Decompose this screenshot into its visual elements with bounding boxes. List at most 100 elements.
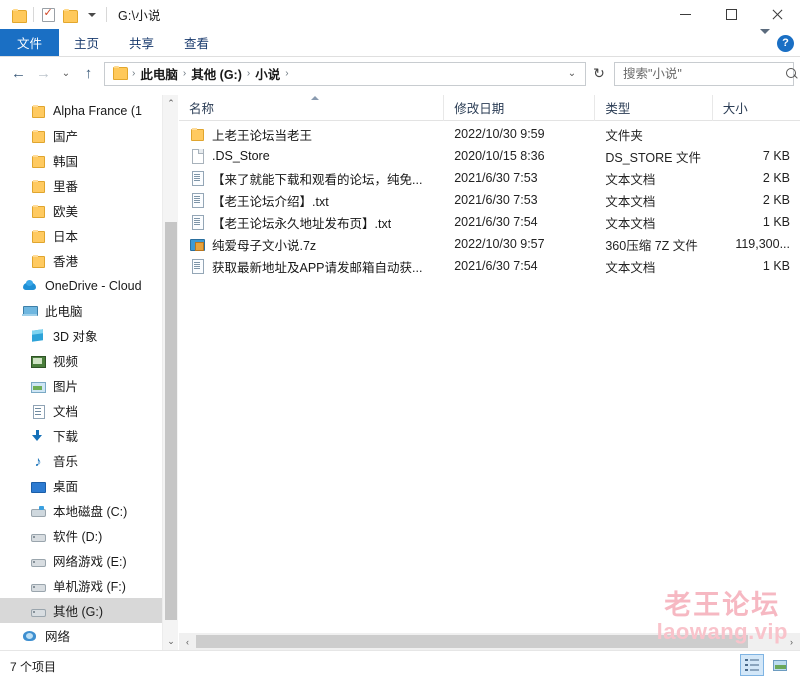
- sidebar-item-0[interactable]: Alpha France (1: [0, 98, 178, 123]
- sidebar-item-8[interactable]: 此电脑: [0, 298, 178, 323]
- horizontal-scrollbar[interactable]: ‹ ›: [179, 633, 800, 650]
- column-header-type[interactable]: 类型: [595, 95, 713, 121]
- hscroll-left-icon[interactable]: ‹: [179, 633, 196, 650]
- drive-icon: [30, 528, 46, 544]
- tab-file[interactable]: 文件: [0, 29, 60, 56]
- file-explorer-window: G:\小说 文件 主页 共享 查看 ? ← → ⌄ ↑ › 此电脑 › 其他 (…: [0, 0, 800, 681]
- recent-locations-icon[interactable]: ⌄: [56, 61, 76, 86]
- sidebar-scrollbar[interactable]: ⌃ ⌄: [162, 95, 178, 650]
- address-dropdown-chevron-down-icon[interactable]: ⌄: [563, 68, 581, 79]
- text-file-icon: [189, 258, 205, 274]
- tab-home[interactable]: 主页: [59, 29, 114, 56]
- sidebar-item-15[interactable]: 桌面: [0, 473, 178, 498]
- sidebar-item-4[interactable]: 欧美: [0, 198, 178, 223]
- table-row[interactable]: 获取最新地址及APP请发邮箱自动获... 2021/6/30 7:54 文本文档 1 …: [179, 255, 800, 277]
- forward-button[interactable]: →: [31, 61, 56, 86]
- search-box[interactable]: [614, 61, 796, 86]
- sidebar-item-label: 图片: [53, 380, 79, 394]
- table-row[interactable]: 【老王论坛介绍】.txt 2021/6/30 7:53 文本文档 2 KB: [179, 189, 800, 211]
- sidebar-item-7[interactable]: OneDrive - Cloud: [0, 273, 178, 298]
- expand-ribbon-chevron-down-icon[interactable]: [760, 29, 770, 52]
- table-row[interactable]: 纯爱母子文小说.7z 2022/10/30 9:57 360压缩 7Z 文件 119,…: [179, 233, 800, 255]
- sidebar-item-label: 国产: [53, 130, 79, 144]
- sidebar-item-label: 桌面: [53, 480, 79, 494]
- sidebar-item-label: 下载: [53, 430, 79, 444]
- file-size-cell: 1 KB: [762, 215, 791, 229]
- search-icon[interactable]: [786, 67, 798, 80]
- sidebar-item-16[interactable]: 本地磁盘 (C:): [0, 498, 178, 523]
- sidebar-item-13[interactable]: 下载: [0, 423, 178, 448]
- sidebar-item-17[interactable]: 软件 (D:): [0, 523, 178, 548]
- sidebar-item-11[interactable]: 图片: [0, 373, 178, 398]
- folder-icon: [30, 178, 46, 194]
- navigation-pane: Alpha France (1 国产韩国 里番 欧美 日本 香港 OneDrive - Cl…: [0, 95, 179, 650]
- hscroll-right-icon[interactable]: ›: [783, 633, 800, 650]
- tab-view[interactable]: 查看: [169, 29, 224, 56]
- sidebar-item-18[interactable]: 网络游戏 (E:): [0, 548, 178, 573]
- folder-icon: [30, 228, 46, 244]
- address-input[interactable]: › 此电脑 › 其他 (G:) › 小说 › ⌄: [104, 61, 586, 86]
- sidebar-item-5[interactable]: 日本: [0, 223, 178, 248]
- column-header-date[interactable]: 修改日期: [444, 95, 596, 121]
- sidebar-scroll-down-icon[interactable]: ⌄: [163, 633, 178, 650]
- picture-icon: [30, 378, 46, 394]
- sidebar-scroll-thumb[interactable]: [165, 222, 177, 620]
- minimize-button[interactable]: [662, 0, 708, 29]
- title-bar: G:\小说: [0, 0, 800, 29]
- file-size-cell: 7 KB: [762, 149, 791, 163]
- table-row[interactable]: 【来了就能下载和观看的论坛，纯免... 2021/6/30 7:53 文本文档 2 K…: [179, 167, 800, 189]
- help-icon[interactable]: ?: [777, 34, 794, 52]
- status-bar: 7 个项目: [0, 650, 800, 681]
- back-button[interactable]: ←: [6, 61, 31, 86]
- file-name-label: 【来了就能下载和观看的论坛，纯免...: [212, 172, 423, 187]
- table-row[interactable]: .DS_Store 2020/10/15 8:36 DS_STORE 文件 7 KB: [179, 145, 800, 167]
- table-row[interactable]: 【老王论坛永久地址发布页】.txt 2021/6/30 7:54 文本文档 1 KB: [179, 211, 800, 233]
- tab-home-label: 主页: [74, 37, 100, 51]
- sidebar-item-10[interactable]: 视频: [0, 348, 178, 373]
- sidebar-item-9[interactable]: 3D 对象: [0, 323, 178, 348]
- file-name-cell: 上老王论坛当老王: [179, 125, 444, 144]
- close-button[interactable]: [754, 0, 800, 29]
- sidebar-item-2[interactable]: 韩国: [0, 148, 178, 173]
- toolbar-divider-2: [106, 7, 107, 22]
- sidebar-item-21[interactable]: 网络: [0, 623, 178, 648]
- up-button[interactable]: ↑: [76, 61, 101, 86]
- breadcrumb-item-1[interactable]: 其他 (G:): [187, 64, 246, 83]
- file-size-cell: 2 KB: [762, 193, 791, 207]
- window-controls: [662, 0, 800, 29]
- sidebar-item-label: 本地磁盘 (C:): [53, 505, 128, 519]
- breadcrumb-item-2[interactable]: 小说: [251, 64, 284, 83]
- sidebar-item-6[interactable]: 香港: [0, 248, 178, 273]
- sidebar-scroll-up-icon[interactable]: ⌃: [163, 95, 178, 112]
- details-view-button[interactable]: [740, 654, 764, 676]
- file-name-cell: 【来了就能下载和观看的论坛，纯免...: [179, 169, 444, 188]
- sidebar-item-12[interactable]: 文档: [0, 398, 178, 423]
- breadcrumb-item-0[interactable]: 此电脑: [136, 64, 182, 83]
- maximize-button[interactable]: [708, 0, 754, 29]
- sidebar-item-14[interactable]: ♪ 音乐: [0, 448, 178, 473]
- column-header-size[interactable]: 大小: [713, 95, 800, 121]
- sidebar-item-label: 其他 (G:): [53, 605, 103, 619]
- hscroll-track[interactable]: [196, 633, 783, 650]
- text-file-icon: [189, 192, 205, 208]
- sidebar-item-3[interactable]: 里番: [0, 173, 178, 198]
- file-name-cell: 【老王论坛介绍】.txt: [179, 191, 444, 210]
- chevron-down-icon[interactable]: [81, 4, 103, 26]
- sidebar-item-label: OneDrive - Cloud: [45, 278, 142, 293]
- hscroll-thumb[interactable]: [196, 635, 748, 648]
- sidebar-item-label: 单机游戏 (F:): [53, 580, 126, 594]
- sidebar-item-19[interactable]: 单机游戏 (F:): [0, 573, 178, 598]
- refresh-icon[interactable]: ↻: [586, 62, 612, 86]
- search-input[interactable]: [621, 65, 786, 82]
- large-icons-view-button[interactable]: [768, 654, 792, 676]
- sidebar-item-20[interactable]: 其他 (G:): [0, 598, 178, 623]
- file-name-label: .DS_Store: [212, 149, 270, 163]
- folder-icon[interactable]: [8, 4, 30, 26]
- properties-icon[interactable]: [37, 4, 59, 26]
- column-header-name[interactable]: 名称: [179, 95, 445, 121]
- tab-share[interactable]: 共享: [114, 29, 169, 56]
- new-folder-icon[interactable]: [59, 4, 81, 26]
- sidebar-item-1[interactable]: 国产: [0, 123, 178, 148]
- table-row[interactable]: 上老王论坛当老王 2022/10/30 9:59 文件夹: [179, 123, 800, 145]
- file-type-cell: DS_STORE 文件: [605, 150, 701, 165]
